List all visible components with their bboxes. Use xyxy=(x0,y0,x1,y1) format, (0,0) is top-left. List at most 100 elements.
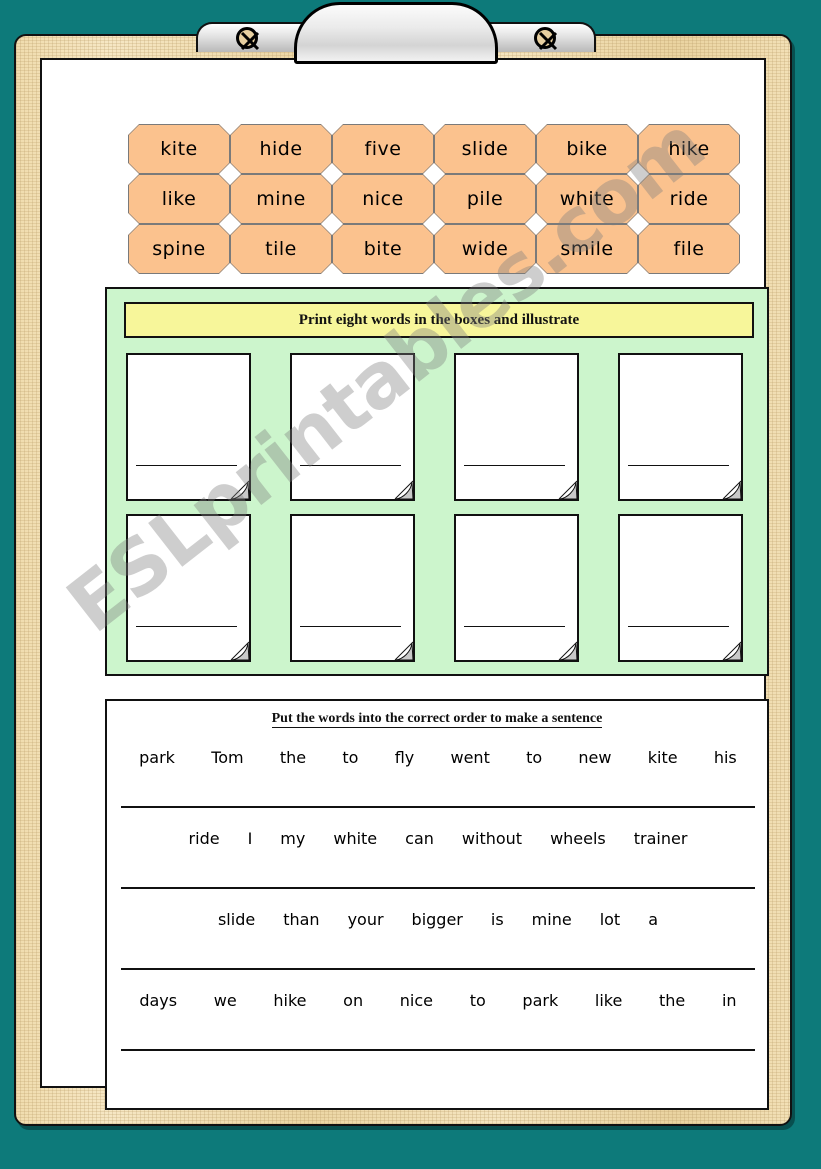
word-write-line[interactable] xyxy=(464,626,565,627)
word-tile-face: tile xyxy=(231,225,331,273)
word-tile-label: nice xyxy=(362,188,404,210)
word-tile-row: kite hide five slide bike hike xyxy=(128,124,742,174)
scrambled-word[interactable]: your xyxy=(348,910,384,929)
word-tile[interactable]: wide xyxy=(434,224,536,274)
scrambled-word[interactable]: fly xyxy=(395,748,415,767)
word-write-line[interactable] xyxy=(628,626,729,627)
scrambled-word[interactable]: the xyxy=(659,991,685,1010)
scrambled-word[interactable]: new xyxy=(578,748,611,767)
scrambled-word[interactable]: I xyxy=(248,829,253,848)
scrambled-word[interactable]: slide xyxy=(218,910,255,929)
scrambled-word[interactable]: mine xyxy=(532,910,572,929)
scrambled-word[interactable]: than xyxy=(283,910,319,929)
word-tile-face: nice xyxy=(333,175,433,223)
word-tile[interactable]: smile xyxy=(536,224,638,274)
illustration-box[interactable] xyxy=(126,353,251,501)
word-tile[interactable]: like xyxy=(128,174,230,224)
word-write-line[interactable] xyxy=(136,465,237,466)
word-tile[interactable]: ride xyxy=(638,174,740,224)
scrambled-word[interactable]: kite xyxy=(648,748,678,767)
scrambled-word[interactable]: went xyxy=(451,748,490,767)
scrambled-word[interactable]: white xyxy=(333,829,377,848)
sentence-answer-line[interactable] xyxy=(121,806,755,808)
word-tile[interactable]: file xyxy=(638,224,740,274)
word-tile[interactable]: bite xyxy=(332,224,434,274)
word-write-line[interactable] xyxy=(136,626,237,627)
word-write-line[interactable] xyxy=(300,465,401,466)
illustration-box[interactable] xyxy=(454,353,579,501)
scrambled-word[interactable]: days xyxy=(139,991,177,1010)
scrambled-word[interactable]: to xyxy=(342,748,358,767)
word-write-line[interactable] xyxy=(464,465,565,466)
scrambled-word[interactable]: my xyxy=(280,829,305,848)
scrambled-word[interactable]: to xyxy=(526,748,542,767)
word-tile-label: file xyxy=(673,238,705,260)
scrambled-word[interactable]: nice xyxy=(400,991,433,1010)
word-tile[interactable]: pile xyxy=(434,174,536,224)
scrambled-word[interactable]: can xyxy=(405,829,434,848)
illustration-box[interactable] xyxy=(618,514,743,662)
screw-cross-icon xyxy=(236,27,260,51)
scrambled-word[interactable]: bigger xyxy=(412,910,463,929)
scrambled-word[interactable]: the xyxy=(280,748,306,767)
scrambled-word-list: park Tom the to fly went to new kite his xyxy=(121,735,755,779)
sentence-answer-line[interactable] xyxy=(121,887,755,889)
scrambled-word[interactable]: Tom xyxy=(211,748,243,767)
word-tile-face: hide xyxy=(231,125,331,173)
word-tile[interactable]: hide xyxy=(230,124,332,174)
illustration-box[interactable] xyxy=(454,514,579,662)
worksheet-paper: kite hide five slide bike hike like mine nice pil… xyxy=(40,58,769,1110)
word-tile[interactable]: kite xyxy=(128,124,230,174)
word-tile-face: white xyxy=(537,175,637,223)
word-tile[interactable]: spine xyxy=(128,224,230,274)
word-tile[interactable]: slide xyxy=(434,124,536,174)
scrambled-word[interactable]: like xyxy=(595,991,622,1010)
scrambled-word[interactable]: park xyxy=(139,748,175,767)
sentence-row: ride Imy white can without wheels trainer xyxy=(121,816,755,897)
word-tile[interactable]: nice xyxy=(332,174,434,224)
word-tile[interactable]: bike xyxy=(536,124,638,174)
illustration-box[interactable] xyxy=(290,353,415,501)
scrambled-word[interactable]: his xyxy=(714,748,737,767)
word-tile-row: like mine nice pile white ride xyxy=(128,174,742,224)
word-tile-face: smile xyxy=(537,225,637,273)
illustration-box[interactable] xyxy=(618,353,743,501)
scrambled-word[interactable]: wheels xyxy=(550,829,606,848)
word-tile-label: kite xyxy=(160,138,198,160)
word-tile-label: white xyxy=(559,188,615,210)
scrambled-word[interactable]: we xyxy=(214,991,237,1010)
scrambled-word[interactable]: to xyxy=(470,991,486,1010)
word-tile-face: pile xyxy=(435,175,535,223)
sentence-answer-line[interactable] xyxy=(121,1049,755,1051)
scrambled-word[interactable]: without xyxy=(462,829,522,848)
word-tile[interactable]: tile xyxy=(230,224,332,274)
scrambled-word[interactable]: on xyxy=(343,991,363,1010)
word-tile-label: wide xyxy=(461,238,509,260)
clipboard-clip-head[interactable] xyxy=(294,2,498,64)
word-tile-face: bike xyxy=(537,125,637,173)
scrambled-word[interactable]: park xyxy=(522,991,558,1010)
scrambled-word[interactable]: hike xyxy=(273,991,306,1010)
word-tile[interactable]: mine xyxy=(230,174,332,224)
scrambled-word[interactable]: lot xyxy=(600,910,621,929)
scrambled-word[interactable]: ride xyxy=(189,829,220,848)
page-curl-icon xyxy=(557,640,579,662)
sentence-row: days we hike on nice to park like the in xyxy=(121,978,755,1059)
sentence-answer-line[interactable] xyxy=(121,968,755,970)
illustrate-panel: Print eight words in the boxes and illus… xyxy=(105,287,769,676)
word-write-line[interactable] xyxy=(628,465,729,466)
illustration-box[interactable] xyxy=(126,514,251,662)
word-tile[interactable]: white xyxy=(536,174,638,224)
scrambled-word[interactable]: trainer xyxy=(634,829,688,848)
clipboard: kite hide five slide bike hike like mine nice pil… xyxy=(14,34,792,1126)
word-tile-label: smile xyxy=(560,238,614,260)
page-curl-icon xyxy=(393,640,415,662)
scrambled-word[interactable]: a xyxy=(648,910,658,929)
word-tile[interactable]: hike xyxy=(638,124,740,174)
illustration-box[interactable] xyxy=(290,514,415,662)
scrambled-word-list: ride Imy white can without wheels trainer xyxy=(121,816,755,860)
word-tile[interactable]: five xyxy=(332,124,434,174)
scrambled-word[interactable]: is xyxy=(491,910,504,929)
word-write-line[interactable] xyxy=(300,626,401,627)
scrambled-word[interactable]: in xyxy=(722,991,737,1010)
